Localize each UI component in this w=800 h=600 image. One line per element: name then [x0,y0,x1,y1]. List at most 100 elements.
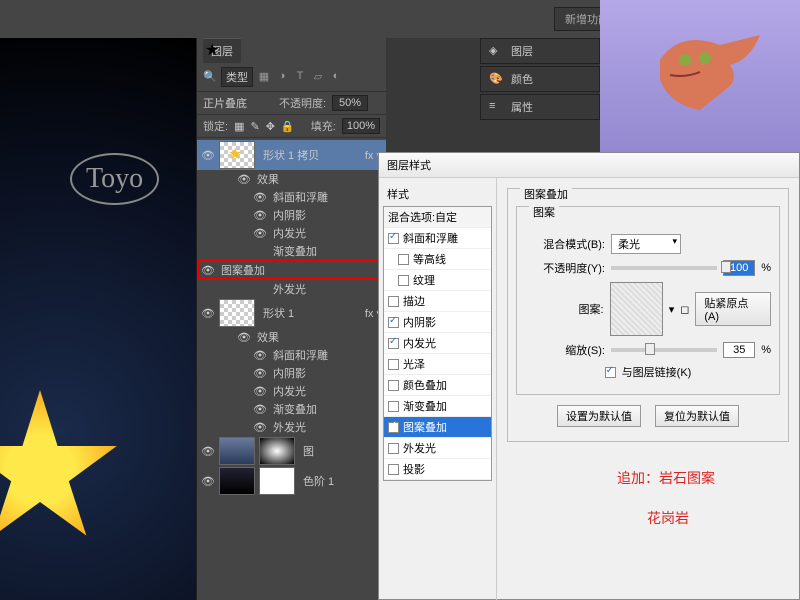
visibility-toggle[interactable]: 👁 [253,421,267,434]
style-pattern-overlay[interactable]: 图案叠加 [384,417,491,438]
visibility-toggle[interactable]: 👁 [253,227,267,240]
mask-thumbnail[interactable] [259,467,295,495]
dock-properties-button[interactable]: ≡属性 [480,94,600,120]
reset-default-button[interactable]: 复位为默认值 [655,405,739,427]
style-gradient-overlay[interactable]: 渐变叠加 [384,396,491,417]
layer-row-image[interactable]: 👁 图 [197,436,386,466]
style-color-overlay[interactable]: 颜色叠加 [384,375,491,396]
layer-row-levels[interactable]: 👁 色阶 1 [197,466,386,496]
filter-icon-3[interactable]: T [293,70,307,84]
scale-input[interactable]: 35 [723,342,755,358]
snap-origin-button[interactable]: 贴紧原点(A) [695,292,771,326]
pattern-picker-row: 图案: ▾ ◻ 贴紧原点(A) [525,282,771,336]
fx-bevel[interactable]: 👁斜面和浮雕 [197,346,386,364]
filter-icon-4[interactable]: ▱ [311,70,325,84]
fill-value[interactable]: 100% [342,118,380,134]
fx-gradient-overlay[interactable]: 渐变叠加 [197,242,386,260]
set-default-button[interactable]: 设置为默认值 [557,405,641,427]
fx-inner-glow[interactable]: 👁内发光 [197,382,386,400]
visibility-toggle[interactable]: 👁 [201,475,215,488]
checkbox[interactable] [388,380,399,391]
layer-row-shape1[interactable]: 👁 形状 1 fx ▾ [197,298,386,328]
fx-inner-shadow[interactable]: 👁内阴影 [197,206,386,224]
checkbox[interactable] [388,422,399,433]
style-blend-options[interactable]: 混合选项:自定 [384,207,491,228]
fx-effects-row[interactable]: 👁效果 [197,170,386,188]
filter-icon-5[interactable]: ◐ [329,70,343,84]
opacity-value[interactable]: 50% [332,95,368,111]
visibility-toggle[interactable]: 👁 [253,367,267,380]
dock-layers-button[interactable]: ◈图层 [480,38,600,64]
style-contour[interactable]: 等高线 [384,249,491,270]
checkbox[interactable] [388,233,399,244]
checkbox[interactable] [388,464,399,475]
layer-thumbnail[interactable] [219,467,255,495]
scale-slider[interactable] [611,348,717,352]
visibility-toggle[interactable]: 👁 [201,264,215,277]
visibility-toggle[interactable]: 👁 [253,349,267,362]
style-bevel[interactable]: 斜面和浮雕 [384,228,491,249]
layer-name[interactable]: 色阶 1 [299,473,382,489]
checkbox[interactable] [388,359,399,370]
checkbox[interactable] [398,254,409,265]
visibility-toggle[interactable]: 👁 [201,445,215,458]
style-stroke[interactable]: 描边 [384,291,491,312]
fx-effects-row[interactable]: 👁效果 [197,328,386,346]
layer-thumbnail[interactable] [219,299,255,327]
dock-color-button[interactable]: 🎨颜色 [480,66,600,92]
checkbox[interactable] [388,401,399,412]
fx-inner-glow[interactable]: 👁内发光 [197,224,386,242]
fx-outer-glow[interactable]: 👁外发光 [197,418,386,436]
visibility-toggle[interactable]: 👁 [201,307,215,320]
filter-type-select[interactable]: 类型 [221,67,253,87]
lock-all-icon[interactable]: 🔒 [281,120,295,133]
lock-transparent-icon[interactable]: ▦ [234,120,244,133]
new-pattern-icon[interactable]: ◻ [680,303,689,316]
style-inner-glow[interactable]: 内发光 [384,333,491,354]
layer-row-shape1-copy[interactable]: 👁 形状 1 拷贝 fx ▾ [197,140,386,170]
style-outer-glow[interactable]: 外发光 [384,438,491,459]
visibility-toggle[interactable]: 👁 [253,209,267,222]
pattern-swatch[interactable] [610,282,663,336]
visibility-toggle[interactable]: 👁 [253,191,267,204]
layer-style-dialog: 图层样式 样式 混合选项:自定 斜面和浮雕 等高线 纹理 描边 内阴影 内发光 … [378,152,800,600]
lock-brush-icon[interactable]: ✎ [250,120,259,133]
blend-mode-select[interactable]: 正片叠底 [203,95,273,111]
checkbox[interactable] [388,296,399,307]
layer-thumbnail[interactable] [219,141,255,169]
layer-name[interactable]: 形状 1 拷贝 [259,147,361,163]
fx-bevel[interactable]: 👁斜面和浮雕 [197,188,386,206]
visibility-toggle[interactable]: 👁 [253,385,267,398]
layer-name[interactable]: 形状 1 [259,305,361,321]
checkbox[interactable] [388,338,399,349]
background-artwork [600,0,800,152]
search-icon[interactable]: 🔍 [203,70,217,84]
visibility-toggle[interactable]: 👁 [237,173,251,186]
checkbox[interactable] [398,275,409,286]
layer-thumbnail[interactable] [219,437,255,465]
blend-mode-select[interactable]: 柔光 [611,234,681,254]
pattern-overlay-fieldset: 图案叠加 图案 混合模式(B): 柔光 不透明度(Y): 100 % 图案: [507,188,789,442]
layer-name[interactable]: 图 [299,443,382,459]
fx-gradient-overlay[interactable]: 👁渐变叠加 [197,400,386,418]
visibility-toggle[interactable]: 👁 [237,331,251,344]
filter-icon-1[interactable]: ▦ [257,70,271,84]
percent-label: % [761,344,771,356]
fx-outer-glow[interactable]: 外发光 [197,280,386,298]
visibility-toggle[interactable]: 👁 [201,149,215,162]
visibility-toggle[interactable]: 👁 [253,403,267,416]
mask-thumbnail[interactable] [259,437,295,465]
checkbox[interactable] [388,317,399,328]
style-drop-shadow[interactable]: 投影 [384,459,491,480]
style-texture[interactable]: 纹理 [384,270,491,291]
link-checkbox[interactable] [605,367,616,378]
style-inner-shadow[interactable]: 内阴影 [384,312,491,333]
lock-move-icon[interactable]: ✥ [266,120,275,133]
style-satin[interactable]: 光泽 [384,354,491,375]
fx-pattern-overlay-highlighted[interactable]: 👁图案叠加 [197,260,386,280]
checkbox[interactable] [388,443,399,454]
pattern-dropdown-icon[interactable]: ▾ [669,303,675,316]
filter-icon-2[interactable]: ◑ [275,70,289,84]
fx-inner-shadow[interactable]: 👁内阴影 [197,364,386,382]
opacity-slider[interactable] [611,266,717,270]
